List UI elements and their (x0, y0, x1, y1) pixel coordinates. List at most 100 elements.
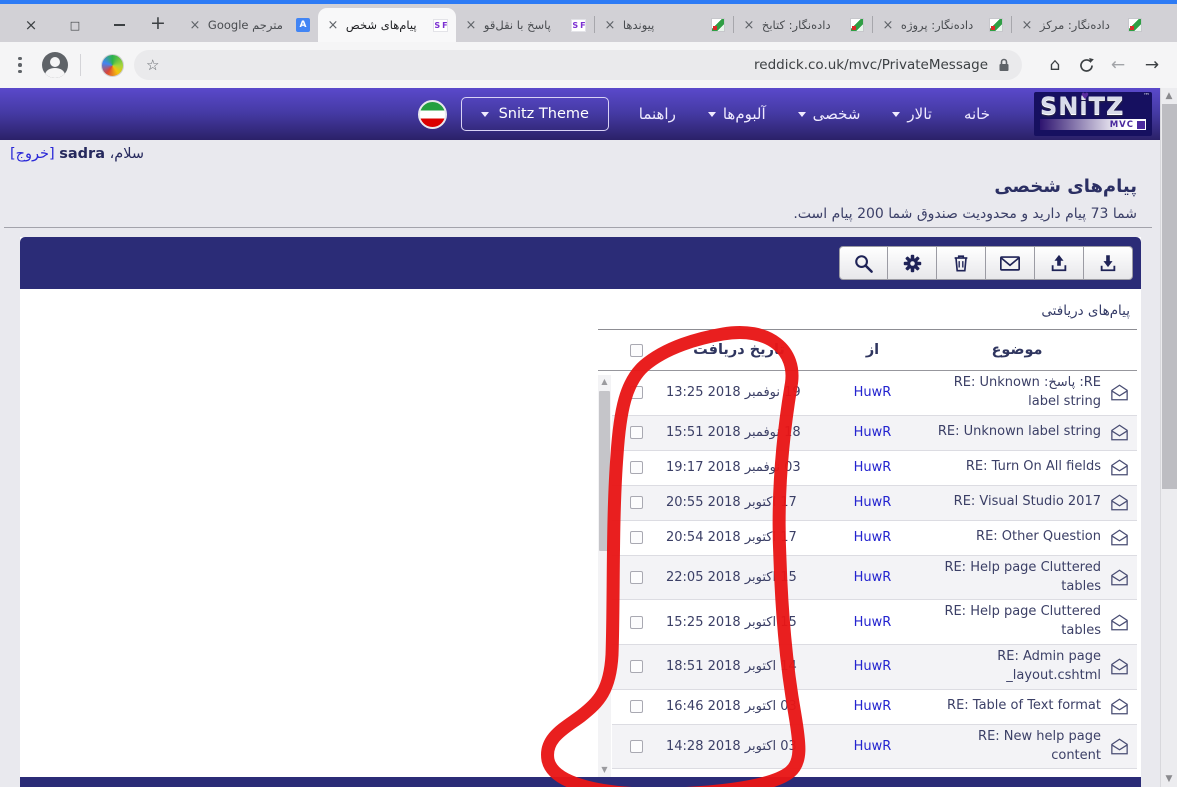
row-checkbox[interactable] (630, 386, 643, 399)
browser-tab[interactable]: ×داده‌نگار: کتابخ (734, 8, 872, 42)
page-scrollbar[interactable]: ▲ ▼ (1160, 88, 1177, 787)
sender-link[interactable]: HuwR (854, 615, 892, 630)
row-checkbox[interactable] (630, 740, 643, 753)
message-subject[interactable]: RE: Visual Studio 2017 (933, 493, 1101, 512)
table-row[interactable]: 02 اکتوبر 2018 22:15HuwRRE: help page ed… (612, 769, 1137, 777)
nav-item-تالار[interactable]: تالار (876, 105, 948, 123)
delete-button[interactable] (937, 246, 986, 280)
browser-tab[interactable]: ×پاسخ با نقل‌قوSF (456, 8, 594, 42)
scroll-down-icon[interactable]: ▼ (601, 763, 607, 777)
tab-close-icon[interactable]: × (741, 18, 757, 33)
theme-dropdown-button[interactable]: Snitz Theme (461, 97, 609, 131)
message-subject[interactable]: RE: Help page Cluttered tables (933, 603, 1101, 641)
row-checkbox[interactable] (630, 616, 643, 629)
scroll-up-icon[interactable]: ▲ (1166, 88, 1173, 104)
sender-link[interactable]: HuwR (854, 570, 892, 585)
nav-item-آلبوم‌ها[interactable]: آلبوم‌ها (692, 105, 782, 123)
upload-button[interactable] (1035, 246, 1084, 280)
url-text[interactable]: reddick.co.uk/mvc/PrivateMessage (159, 57, 988, 73)
table-row[interactable]: 14 اکتوبر 2018 18:51HuwRRE: Admin page _… (612, 645, 1137, 690)
back-icon[interactable]: ← (1107, 55, 1129, 75)
browser-tab[interactable]: ×مترجم GoogleA (180, 8, 318, 42)
forward-icon[interactable]: → (1141, 55, 1163, 75)
row-checkbox[interactable] (630, 571, 643, 584)
bookmark-star-icon[interactable]: ☆ (146, 56, 159, 74)
table-scrollbar[interactable]: ▲ ▼ (598, 375, 611, 777)
message-subject[interactable]: RE: پاسخ: RE: Unknown label string (933, 374, 1101, 412)
scroll-down-icon[interactable]: ▼ (1166, 771, 1173, 787)
tab-close-icon[interactable]: × (1019, 18, 1035, 33)
gear-icon (902, 253, 923, 274)
select-all-checkbox[interactable] (630, 344, 643, 357)
idm-extension-icon[interactable] (101, 54, 124, 77)
row-checkbox[interactable] (630, 531, 643, 544)
page-scrollbar-thumb[interactable] (1162, 104, 1177, 489)
sender-link[interactable]: HuwR (854, 425, 892, 440)
nav-item-خانه[interactable]: خانه (948, 105, 1006, 123)
header-date: تاریخ دریافت (660, 342, 812, 358)
browser-tab[interactable]: ×پیام‌های شخصSF (318, 8, 456, 42)
message-subject[interactable]: RE: Unknown label string (933, 423, 1101, 442)
row-checkbox[interactable] (630, 426, 643, 439)
tab-close-icon[interactable]: × (880, 18, 896, 33)
window-maximize-icon[interactable]: □ (68, 18, 82, 32)
tab-title: مترجم Google (203, 18, 295, 32)
table-row[interactable]: 18 نوفمبر 2018 15:51HuwRRE: Unknown labe… (612, 416, 1137, 451)
window-minimize-icon[interactable] (112, 18, 126, 32)
tab-close-icon[interactable]: × (325, 18, 341, 33)
address-bar[interactable]: ☆ reddick.co.uk/mvc/PrivateMessage (134, 50, 1022, 80)
table-row[interactable]: 15 اکتوبر 2018 15:25HuwRRE: Help page Cl… (612, 600, 1137, 645)
row-checkbox[interactable] (630, 496, 643, 509)
scroll-up-icon[interactable]: ▲ (601, 375, 607, 389)
message-subject[interactable]: RE: Table of Text format (933, 697, 1101, 716)
tab-close-icon[interactable]: × (187, 18, 203, 33)
message-subject[interactable]: RE: Other Question (933, 528, 1101, 547)
search-button[interactable] (839, 246, 888, 280)
message-date: 19 نوفمبر 2018 13:25 (660, 385, 812, 400)
tab-close-icon[interactable]: × (602, 18, 618, 33)
sender-link[interactable]: HuwR (854, 495, 892, 510)
download-button[interactable] (1084, 246, 1133, 280)
browser-menu-icon[interactable] (18, 57, 22, 74)
sender-link[interactable]: HuwR (854, 385, 892, 400)
row-checkbox[interactable] (630, 700, 643, 713)
message-subject[interactable]: RE: New help page content (933, 728, 1101, 766)
reload-icon[interactable] (1078, 57, 1095, 74)
open-envelope-icon (1110, 569, 1129, 586)
row-checkbox[interactable] (630, 660, 643, 673)
browser-tab[interactable]: ×پیوندها (595, 8, 733, 42)
table-row[interactable]: 03 اکتوبر 2018 16:46HuwRRE: Table of Tex… (612, 690, 1137, 725)
sender-link[interactable]: HuwR (854, 530, 892, 545)
tab-close-icon[interactable]: × (463, 18, 479, 33)
sender-link[interactable]: HuwR (854, 460, 892, 475)
window-close-icon[interactable]: × (24, 18, 38, 32)
table-row[interactable]: 17 اکتوبر 2018 20:54HuwRRE: Other Questi… (612, 521, 1137, 556)
nav-item-راهنما[interactable]: راهنما (623, 105, 692, 123)
message-date: 15 اکتوبر 2018 22:05 (660, 570, 812, 585)
message-subject[interactable]: RE: Help page Cluttered tables (933, 559, 1101, 597)
nav-item-شخصی[interactable]: شخصی (782, 105, 877, 123)
table-row[interactable]: 17 اکتوبر 2018 20:55HuwRRE: Visual Studi… (612, 486, 1137, 521)
row-checkbox[interactable] (630, 461, 643, 474)
snitz-logo[interactable]: SNiTZ ♥ ™ MVC (1034, 92, 1152, 136)
sender-link[interactable]: HuwR (854, 739, 892, 754)
message-subject[interactable]: RE: Admin page _layout.cshtml (933, 648, 1101, 686)
message-subject[interactable]: RE: Turn On All fields (933, 458, 1101, 477)
table-scrollbar-thumb[interactable] (599, 391, 610, 551)
message-button[interactable] (986, 246, 1035, 280)
table-row[interactable]: 19 نوفمبر 2018 13:25 HuwR RE: پاسخ: RE: Un… (612, 371, 1137, 416)
sender-link[interactable]: HuwR (854, 659, 892, 674)
home-icon[interactable]: ⌂ (1044, 55, 1066, 75)
table-row[interactable]: 03 نوفمبر 2018 19:17HuwRRE: Turn On All … (612, 451, 1137, 486)
iran-flag-icon[interactable] (418, 100, 447, 129)
browser-tab[interactable]: ×داده‌نگار: پروژه (873, 8, 1011, 42)
logout-link[interactable]: [خروج] (10, 146, 55, 162)
profile-avatar[interactable] (42, 52, 68, 78)
table-row[interactable]: 03 اکتوبر 2018 14:28HuwRRE: New help pag… (612, 725, 1137, 770)
settings-button[interactable] (888, 246, 937, 280)
tab-title: پیام‌های شخص (341, 18, 433, 32)
table-row[interactable]: 15 اکتوبر 2018 22:05 HuwR RE: Help page Cl… (612, 556, 1137, 601)
new-tab-button[interactable]: + (148, 12, 180, 42)
sender-link[interactable]: HuwR (854, 699, 892, 714)
browser-tab[interactable]: ×داده‌نگار: مرکز (1012, 8, 1150, 42)
